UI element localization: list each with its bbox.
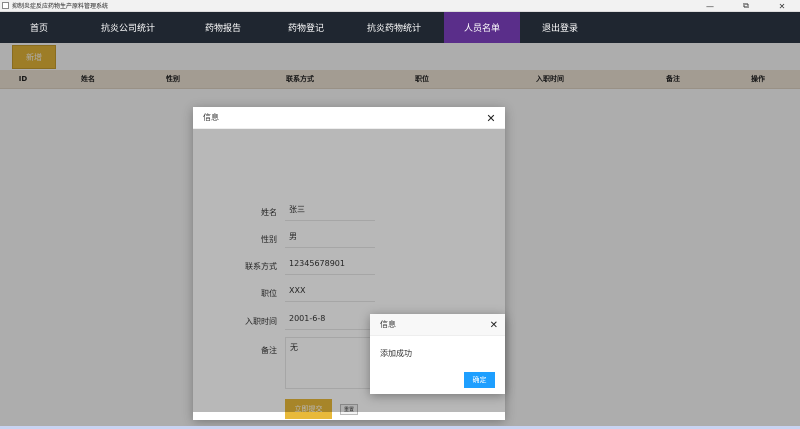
alert-dialog: 信息 ✕ 添加成功 确定: [370, 314, 505, 394]
alert-title: 信息: [370, 314, 505, 336]
app-icon: [2, 2, 9, 9]
window-titlebar: 抑制炎症反应药物生产原料管理系统 — ⧉ ✕: [0, 0, 800, 12]
ok-button[interactable]: 确定: [464, 372, 495, 388]
nav-item-drug-stats[interactable]: 抗炎药物统计: [344, 12, 444, 43]
nav-item-home[interactable]: 首页: [0, 12, 78, 43]
close-window-icon[interactable]: ✕: [764, 0, 800, 12]
minimize-icon[interactable]: —: [692, 0, 728, 12]
alert-message: 添加成功: [380, 349, 412, 358]
window-title: 抑制炎症反应药物生产原料管理系统: [12, 3, 109, 10]
nav-item-drug-register[interactable]: 药物登记: [268, 12, 344, 43]
close-icon[interactable]: ✕: [485, 112, 497, 125]
nav-item-staff-list[interactable]: 人员名单: [444, 12, 520, 43]
nav-item-company-stats[interactable]: 抗炎公司统计: [78, 12, 178, 43]
nav-item-logout[interactable]: 退出登录: [520, 12, 600, 43]
window-controls: — ⧉ ✕: [692, 0, 800, 12]
alert-close-icon[interactable]: ✕: [490, 320, 498, 331]
nav-item-drug-report[interactable]: 药物报告: [178, 12, 268, 43]
restore-icon[interactable]: ⧉: [728, 0, 764, 12]
top-nav: 首页 抗炎公司统计 药物报告 药物登记 抗炎药物统计 人员名单 退出登录: [0, 12, 800, 43]
dialog-title: 信息: [193, 107, 505, 129]
